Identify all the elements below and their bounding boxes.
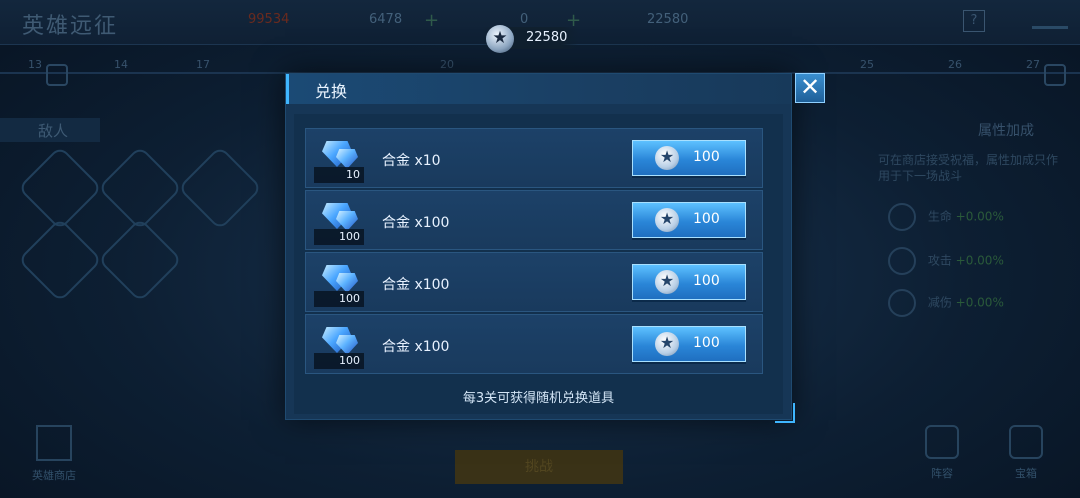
close-button[interactable]: ✕ — [795, 73, 825, 103]
attribute-bonus-title: 属性加成 — [978, 123, 1034, 139]
track-node: 17 — [196, 58, 210, 71]
dialog-title: 兑换 — [315, 82, 348, 101]
dialog-footer-note: 每3关可获得随机兑换道具 — [462, 391, 615, 406]
alloy-icon[interactable]: 100 — [314, 323, 364, 369]
hero-shop-label: 英雄商店 — [32, 469, 76, 482]
exchange-price: 100 — [693, 149, 720, 165]
stat-value: +0.00% — [955, 209, 1004, 224]
star-coin-icon: ★ — [655, 146, 679, 170]
stat-row-hp: 生命 +0.00% — [888, 203, 1004, 231]
exchange-button[interactable]: ★ 100 — [632, 202, 746, 238]
track-node: 26 — [948, 58, 962, 71]
hero-shop-button[interactable]: 英雄商店 — [28, 425, 80, 487]
exchange-button[interactable]: ★ 100 — [632, 140, 746, 176]
gem-shape — [336, 211, 358, 231]
swords-icon — [888, 247, 916, 275]
item-name: 合金 x100 — [382, 215, 450, 231]
alloy-icon[interactable]: 10 — [314, 137, 364, 183]
gem-shape — [336, 149, 358, 169]
star-currency-display: ★ 22580 — [482, 25, 578, 53]
item-name: 合金 x100 — [382, 277, 450, 293]
stat-value: +0.00% — [955, 295, 1004, 310]
item-name: 合金 x10 — [382, 153, 441, 169]
exchange-item-row: 100 合金 x100 ★ 100 — [305, 252, 763, 312]
star-coin-icon: ★ — [655, 208, 679, 232]
star-coin-icon: ★ — [486, 25, 514, 53]
star-coin-icon: ★ — [655, 270, 679, 294]
gem-shape — [336, 273, 358, 293]
enemy-portrait[interactable] — [97, 145, 183, 231]
item-quantity: 100 — [314, 353, 364, 369]
chest-node-icon — [1044, 64, 1066, 86]
exchange-button[interactable]: ★ 100 — [632, 264, 746, 300]
item-name: 合金 x100 — [382, 339, 450, 355]
stat-label: 生命 — [927, 209, 952, 224]
chest-icon — [1009, 425, 1043, 459]
stage-title: 英雄远征 — [22, 14, 119, 39]
add-diamond-icon[interactable]: + — [424, 10, 439, 31]
fire-resource: 99534 — [248, 12, 290, 27]
stat-row-attack: 攻击 +0.00% — [888, 247, 1004, 275]
exchange-price: 100 — [693, 273, 720, 289]
gem-shape — [336, 335, 358, 355]
alloy-icon[interactable]: 100 — [314, 261, 364, 307]
stat-label: 减伤 — [927, 295, 952, 310]
track-node: 14 — [114, 58, 128, 71]
enemy-portrait[interactable] — [177, 145, 263, 231]
back-icon[interactable] — [1032, 14, 1068, 29]
exchange-button[interactable]: ★ 100 — [632, 326, 746, 362]
help-icon[interactable]: ? — [963, 10, 985, 32]
exchange-dialog: 兑换 10 合金 x10 ★ 100 100 合金 x100 ★ 100 100… — [285, 73, 792, 420]
attribute-bonus-description: 可在商店接受祝福，属性加成只作用于下一场战斗 — [878, 153, 1059, 183]
exchange-item-row: 100 合金 x100 ★ 100 — [305, 190, 763, 250]
exchange-price: 100 — [693, 335, 720, 351]
gift-icon — [36, 425, 72, 461]
dialog-corner-decoration — [775, 403, 795, 423]
item-quantity: 10 — [314, 167, 364, 183]
stat-label: 攻击 — [927, 253, 952, 268]
lineup-icon — [925, 425, 959, 459]
star-resource: 22580 — [647, 12, 689, 27]
stat-row-defense: 减伤 +0.00% — [888, 289, 1004, 317]
star-currency-value: 22580 — [526, 30, 568, 45]
enemy-portrait[interactable] — [97, 217, 183, 303]
item-quantity: 100 — [314, 229, 364, 245]
track-node: 13 — [28, 58, 42, 71]
chest-button[interactable]: 宝箱 — [1004, 425, 1048, 481]
enemy-label-text: 敌人 — [38, 122, 69, 140]
stat-value: +0.00% — [955, 253, 1004, 268]
track-node: 20 — [440, 58, 454, 71]
track-node: 27 — [1026, 58, 1040, 71]
alloy-icon[interactable]: 100 — [314, 199, 364, 245]
shield-icon — [888, 289, 916, 317]
chest-node-icon — [46, 64, 68, 86]
dialog-header: 兑换 — [286, 74, 791, 104]
exchange-item-row: 10 合金 x10 ★ 100 — [305, 128, 763, 188]
star-coin-icon: ★ — [655, 332, 679, 356]
challenge-button[interactable]: 挑战 — [455, 450, 623, 484]
item-quantity: 100 — [314, 291, 364, 307]
lineup-button[interactable]: 阵容 — [920, 425, 964, 481]
heart-icon — [888, 203, 916, 231]
enemy-portrait[interactable] — [17, 145, 103, 231]
enemy-section-label: 敌人 — [0, 118, 100, 142]
lineup-label: 阵容 — [931, 467, 953, 480]
track-node: 25 — [860, 58, 874, 71]
exchange-price: 100 — [693, 211, 720, 227]
diamond-resource: 6478 — [369, 12, 403, 27]
exchange-item-row: 100 合金 x100 ★ 100 — [305, 314, 763, 374]
enemy-portrait[interactable] — [17, 217, 103, 303]
chest-label: 宝箱 — [1015, 467, 1037, 480]
badge-resource: 0 — [520, 12, 529, 27]
